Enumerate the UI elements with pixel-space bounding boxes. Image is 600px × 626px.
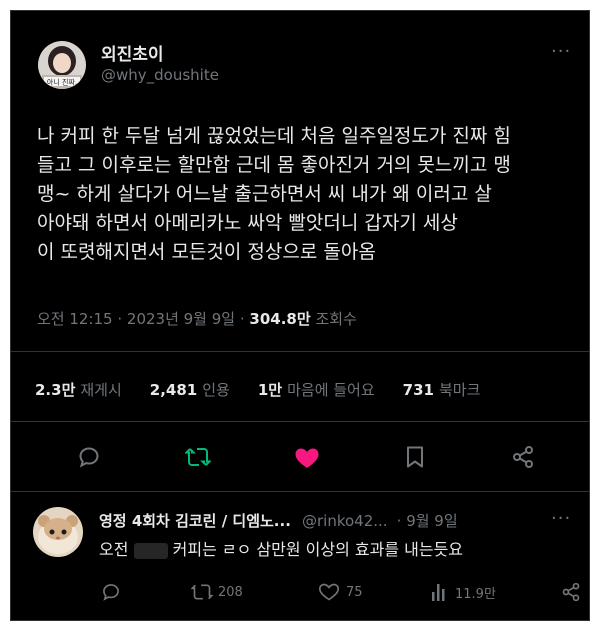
tweet-timestamp[interactable]: 오전 12:15 · 2023년 9월 9일 · <box>37 310 249 328</box>
stat-bookmarks[interactable]: 731 북마크 <box>403 379 481 400</box>
author-handle[interactable]: @why_doushite <box>101 66 219 84</box>
share-icon[interactable] <box>511 445 535 469</box>
engagement-stats: 2.3만 재게시 2,481 인용 1만 마음에 들어요 731 북마크 <box>35 379 480 400</box>
reply-header: 영정 4회차 김코린 / 디엠노... @rinko42... · 9월 9일 <box>99 510 458 531</box>
reply-text: 오전 커피는 ㄹㅇ 삼만원 이상의 효과를 내는듯요 <box>99 540 464 559</box>
reply-author-handle[interactable]: @rinko42... <box>302 512 388 530</box>
tweet-text: 나 커피 한 두달 넘게 끊었었는데 처음 일주일정도가 진짜 힘 들고 그 이… <box>37 125 511 263</box>
reply-author-name[interactable]: 영정 4회차 김코린 / 디엠노... <box>99 512 291 530</box>
retweet-icon[interactable] <box>185 445 211 469</box>
view-count: 304.8만 <box>249 310 311 328</box>
tweet-detail-view: 아니 진짜. 외진초이 @why_doushite ··· 나 커피 한 두달 … <box>10 10 590 621</box>
reply-view-count: 11.9만 <box>455 586 496 602</box>
reply-author-avatar[interactable] <box>33 507 83 557</box>
reply-views[interactable]: 11.9만 <box>431 582 496 602</box>
reply-date[interactable]: · 9월 9일 <box>397 512 458 530</box>
reply-share-icon[interactable] <box>561 582 581 602</box>
reply-retweet[interactable]: 208 <box>191 582 243 602</box>
author-avatar[interactable]: 아니 진짜. <box>38 41 86 89</box>
view-count-label: 조회수 <box>315 310 357 328</box>
censored-blur <box>133 542 168 559</box>
reply-retweet-count: 208 <box>218 584 243 600</box>
tweet-meta: 오전 12:15 · 2023년 9월 9일 · 304.8만 조회수 <box>37 308 357 329</box>
reply-more-options-icon[interactable]: ··· <box>551 508 571 529</box>
avatar-caption: 아니 진짜. <box>47 78 77 87</box>
reply-retweet-icon <box>191 584 213 600</box>
reply-comment-icon[interactable] <box>101 582 121 602</box>
like-heart-icon[interactable] <box>294 446 320 470</box>
bookmark-icon[interactable] <box>404 445 426 469</box>
divider <box>11 351 589 352</box>
reply-like-count: 75 <box>346 584 363 600</box>
divider <box>11 491 589 492</box>
views-chart-icon <box>432 584 445 601</box>
reply-icon[interactable] <box>77 445 101 469</box>
divider <box>11 421 589 422</box>
author-name[interactable]: 외진초이 <box>101 40 164 65</box>
reply-like[interactable]: 75 <box>318 582 363 602</box>
more-options-icon[interactable]: ··· <box>551 41 571 62</box>
stat-likes[interactable]: 1만 마음에 들어요 <box>258 379 375 400</box>
reply-like-icon <box>318 583 340 601</box>
stat-quotes[interactable]: 2,481 인용 <box>150 379 230 400</box>
stat-reposts[interactable]: 2.3만 재게시 <box>35 379 122 400</box>
